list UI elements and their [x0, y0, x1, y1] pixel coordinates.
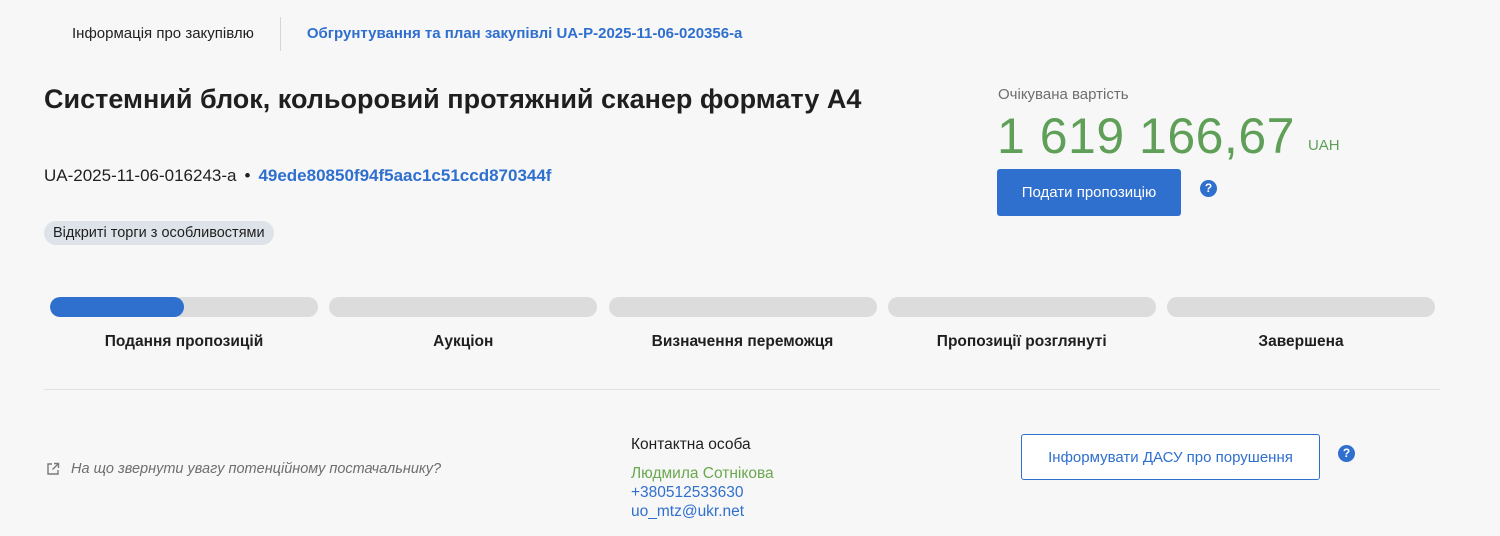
tab-plan-justification[interactable]: Обгрунтування та план закупівлі UA-P-202…	[287, 16, 763, 52]
stage-track	[608, 297, 877, 317]
contact-name: Людмила Сотнікова	[631, 465, 774, 482]
expected-value-amount: 1 619 166,67	[997, 108, 1295, 164]
stage-label: Визначення переможця	[651, 333, 834, 350]
tender-hash-link[interactable]: 49ede80850f94f5aac1c51ccd870344f	[258, 166, 551, 186]
tender-progress: Подання пропозицій Аукціон Визначення пе…	[50, 297, 1435, 351]
stage-fill	[50, 297, 184, 317]
stage-label: Подання пропозицій	[104, 333, 264, 350]
stage-track	[50, 297, 318, 317]
stage-track	[1167, 297, 1435, 317]
external-link-icon	[47, 462, 60, 475]
supplier-hint-link[interactable]: На що звернути увагу потенційному постач…	[46, 461, 441, 477]
tender-identifiers: UA-2025-11-06-016243-a • 49ede80850f94f5…	[44, 166, 551, 186]
stage-track	[329, 297, 598, 317]
stage-winner: Визначення переможця	[608, 297, 877, 351]
stage-completed: Завершена	[1167, 297, 1435, 351]
submit-proposal-button[interactable]: Подати пропозицію	[997, 169, 1181, 216]
contact-person: Контактна особа Людмила Сотнікова +38051…	[631, 436, 774, 521]
tabs-bar: Інформація про закупівлю Обгрунтування т…	[52, 16, 762, 52]
procedure-type-badge: Відкриті торги з особливостями	[44, 221, 274, 245]
contact-heading: Контактна особа	[631, 436, 751, 453]
tender-id: UA-2025-11-06-016243-a	[44, 166, 237, 185]
report-help-icon[interactable]: ?	[1338, 445, 1355, 462]
stage-proposals: Подання пропозицій	[50, 297, 318, 351]
expected-value-currency: UAH	[1307, 137, 1340, 154]
page-title: Системний блок, кольоровий протяжний ска…	[44, 84, 862, 114]
report-violation-button[interactable]: Інформувати ДАСУ про порушення	[1021, 434, 1320, 480]
stage-label: Завершена	[1258, 333, 1344, 350]
contact-phone-link[interactable]: +380512533630	[631, 483, 774, 502]
stage-reviewed: Пропозиції розглянуті	[887, 297, 1156, 351]
stage-label: Пропозиції розглянуті	[936, 333, 1107, 350]
stage-label: Аукціон	[433, 333, 494, 350]
section-divider	[44, 389, 1440, 390]
tab-divider	[279, 17, 281, 51]
expected-value: 1 619 166,67 UAH	[997, 108, 1340, 164]
supplier-hint-text: На що звернути увагу потенційному постач…	[71, 461, 442, 477]
id-separator: •	[244, 166, 251, 185]
stage-track	[887, 297, 1156, 317]
expected-value-label: Очікувана вартість	[998, 86, 1129, 103]
contact-email-link[interactable]: uo_mtz@ukr.net	[631, 502, 774, 521]
submit-help-icon[interactable]: ?	[1200, 180, 1217, 197]
stage-auction: Аукціон	[329, 297, 598, 351]
tab-procurement-info[interactable]: Інформація про закупівлю	[52, 16, 274, 52]
